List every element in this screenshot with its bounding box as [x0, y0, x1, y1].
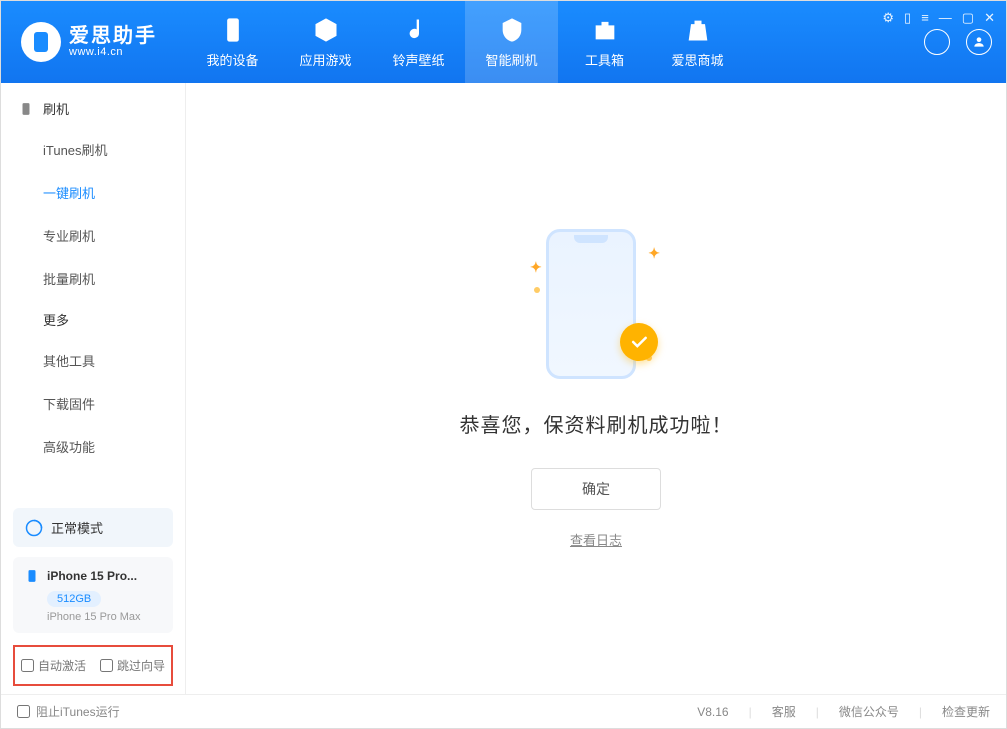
- success-illustration: ✦ ✦: [526, 229, 666, 389]
- wechat-link[interactable]: 微信公众号: [839, 703, 899, 720]
- tab-label: 铃声壁纸: [392, 50, 444, 69]
- sidebar-item-other-tools[interactable]: 其他工具: [1, 339, 185, 382]
- status-label: 正常模式: [51, 518, 103, 537]
- activation-options: 自动激活 跳过向导: [13, 645, 173, 686]
- support-link[interactable]: 客服: [772, 703, 796, 720]
- tab-label: 爱思商城: [671, 50, 723, 69]
- check-update-link[interactable]: 检查更新: [942, 703, 990, 720]
- logo-icon: [21, 22, 61, 62]
- checkmark-icon: [620, 323, 658, 361]
- tab-store[interactable]: 爱思商城: [651, 1, 744, 83]
- device-status: 正常模式: [13, 508, 173, 547]
- app-logo: 爱思助手 www.i4.cn: [1, 22, 186, 62]
- device-name: iPhone 15 Pro...: [47, 569, 137, 583]
- tab-ringtones[interactable]: 铃声壁纸: [372, 1, 465, 83]
- settings-icon[interactable]: ⚙: [882, 10, 894, 26]
- skip-guide-check[interactable]: 跳过向导: [100, 657, 165, 674]
- app-name: 爱思助手: [69, 26, 157, 46]
- menu-icon[interactable]: ≡: [921, 10, 929, 26]
- sidebar-item-oneclick[interactable]: 一键刷机: [1, 171, 185, 214]
- phone-icon[interactable]: ▯: [904, 10, 911, 26]
- version-label: V8.16: [697, 705, 728, 719]
- tab-label: 工具箱: [585, 50, 624, 69]
- success-message: 恭喜您，保资料刷机成功啦！: [460, 409, 733, 438]
- view-log-link[interactable]: 查看日志: [570, 530, 622, 549]
- tab-label: 我的设备: [206, 50, 258, 69]
- device-info[interactable]: iPhone 15 Pro... 512GB iPhone 15 Pro Max: [13, 557, 173, 633]
- sidebar-item-batch[interactable]: 批量刷机: [1, 257, 185, 300]
- sidebar-item-advanced[interactable]: 高级功能: [1, 425, 185, 468]
- sidebar-group-flash: 刷机: [1, 89, 185, 128]
- tab-label: 智能刷机: [485, 50, 537, 69]
- tab-my-device[interactable]: 我的设备: [186, 1, 279, 83]
- sidebar-item-pro[interactable]: 专业刷机: [1, 214, 185, 257]
- sidebar-item-itunes[interactable]: iTunes刷机: [1, 128, 185, 171]
- user-icon[interactable]: [966, 29, 992, 55]
- auto-activate-check[interactable]: 自动激活: [21, 657, 86, 674]
- storage-badge: 512GB: [47, 591, 101, 607]
- tab-apps-games[interactable]: 应用游戏: [279, 1, 372, 83]
- tab-label: 应用游戏: [299, 50, 351, 69]
- minimize-icon[interactable]: —: [939, 10, 952, 26]
- tab-smart-flash[interactable]: 智能刷机: [465, 1, 558, 83]
- device-fullname: iPhone 15 Pro Max: [47, 611, 161, 623]
- sidebar-item-download-fw[interactable]: 下载固件: [1, 382, 185, 425]
- download-icon[interactable]: [924, 29, 950, 55]
- maximize-icon[interactable]: ▢: [962, 10, 974, 26]
- block-itunes-check[interactable]: 阻止iTunes运行: [17, 703, 120, 720]
- app-url: www.i4.cn: [69, 46, 157, 58]
- confirm-button[interactable]: 确定: [531, 468, 661, 510]
- close-icon[interactable]: ✕: [984, 10, 995, 26]
- sidebar-group-more: 更多: [1, 300, 185, 339]
- tab-toolbox[interactable]: 工具箱: [558, 1, 651, 83]
